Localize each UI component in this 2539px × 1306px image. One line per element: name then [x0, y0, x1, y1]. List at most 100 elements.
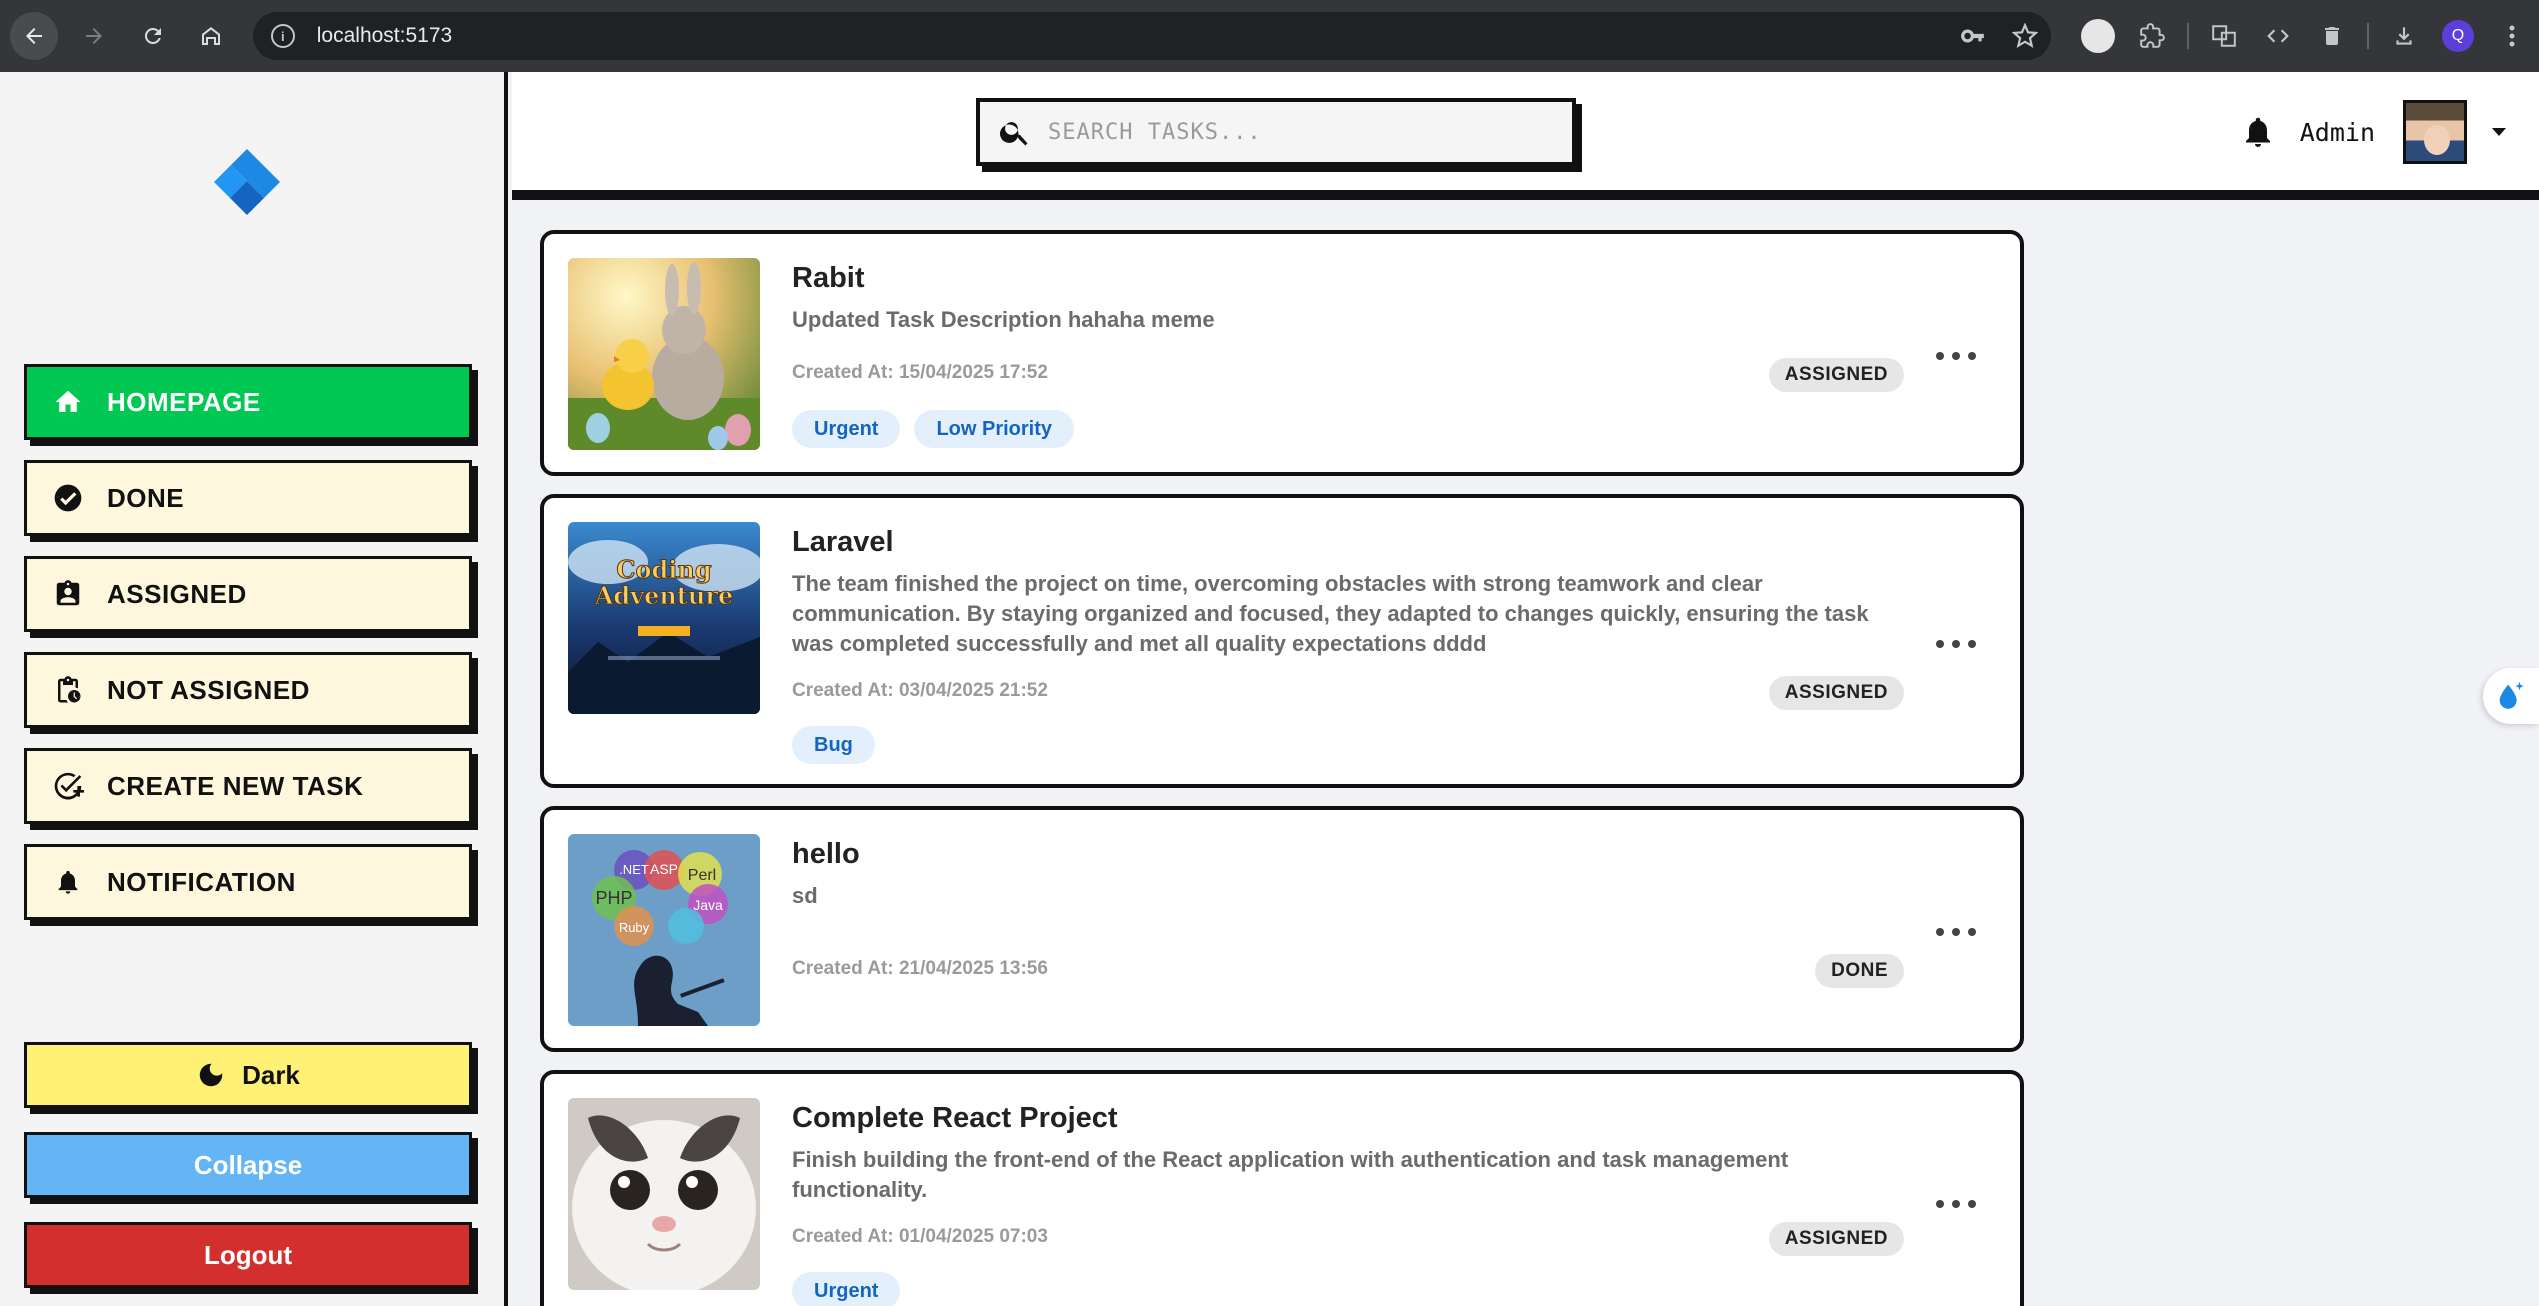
browser-toolbar: i localhost:5173 Q: [0, 0, 2539, 72]
profile-avatar[interactable]: Q: [2431, 12, 2485, 60]
search-box[interactable]: [976, 98, 1576, 166]
back-button[interactable]: [10, 12, 58, 60]
avatar[interactable]: [2403, 100, 2467, 164]
translate-icon[interactable]: [2197, 12, 2251, 60]
task-thumbnail: .NET ASP Perl PHP Java Ruby: [568, 834, 760, 1026]
sidebar-item-homepage[interactable]: HOMEPAGE: [24, 364, 472, 440]
task-list: Rabit Updated Task Description hahaha me…: [512, 200, 2539, 1306]
extensions-puzzle-icon[interactable]: [2125, 12, 2179, 60]
more-options-icon[interactable]: [1936, 922, 1976, 942]
task-title: Complete React Project: [792, 1102, 1118, 1134]
moon-icon: [196, 1059, 228, 1091]
task-created-at: Created At: 21/04/2025 13:56: [792, 958, 1048, 979]
task-title: Rabit: [792, 262, 865, 294]
top-header: Admin: [512, 72, 2539, 200]
pending-actions-icon: [49, 671, 87, 709]
task-card[interactable]: Rabit Updated Task Description hahaha me…: [540, 230, 2024, 476]
sidebar-item-label: CREATE NEW TASK: [107, 770, 364, 801]
floating-assistant-button[interactable]: [2483, 668, 2539, 724]
url-text: localhost:5173: [316, 24, 453, 47]
sidebar-item-notification[interactable]: NOTIFICATION: [24, 844, 472, 920]
tag-chip[interactable]: Urgent: [792, 410, 901, 448]
arrow-left-icon: [25, 28, 42, 44]
svg-text:Java: Java: [693, 897, 723, 913]
reload-icon: [145, 27, 162, 44]
sidebar-item-done[interactable]: DONE: [24, 460, 472, 536]
task-card[interactable]: Complete React Project Finish building t…: [540, 1070, 2024, 1306]
site-info-icon[interactable]: i: [270, 24, 295, 48]
tag-chip[interactable]: Low Priority: [914, 410, 1075, 448]
task-tags: Urgent Low Priority: [792, 410, 1075, 448]
assignment-ind-icon: [49, 575, 87, 613]
download-icon[interactable]: [2377, 12, 2431, 60]
more-options-icon[interactable]: [1936, 1194, 1976, 1214]
sidebar-item-create-new-task[interactable]: CREATE NEW TASK: [24, 748, 472, 824]
svg-text:Adventure: Adventure: [594, 581, 734, 610]
status-badge: ASSIGNED: [1768, 1222, 1904, 1256]
sidebar-item-not-assigned[interactable]: NOT ASSIGNED: [24, 652, 472, 728]
bell-icon: [49, 863, 87, 901]
task-title: hello: [792, 838, 860, 870]
home-outline-icon: [201, 27, 220, 45]
dark-mode-button[interactable]: Dark: [24, 1042, 472, 1108]
task-thumbnail: [568, 258, 760, 450]
collapse-label: Collapse: [193, 1149, 303, 1180]
svg-text:ASP: ASP: [650, 861, 678, 877]
password-key-icon[interactable]: [1947, 23, 1999, 49]
task-thumbnail: Coding Adventure: [568, 522, 760, 714]
task-tags: Urgent: [792, 1272, 901, 1306]
forward-button[interactable]: [70, 12, 118, 60]
task-created-at: Created At: 03/04/2025 21:52: [792, 680, 1048, 701]
reload-button[interactable]: [129, 12, 177, 60]
task-description: Finish building the front-end of the Rea…: [792, 1147, 1789, 1202]
home-icon: [49, 383, 87, 421]
user-name[interactable]: Admin: [2300, 118, 2375, 147]
add-task-icon: [49, 767, 87, 805]
address-bar[interactable]: i localhost:5173: [252, 12, 2052, 60]
task-card[interactable]: .NET ASP Perl PHP Java Ruby hello sd Cre…: [540, 806, 2024, 1052]
logout-label: Logout: [203, 1239, 293, 1270]
chevron-down-icon[interactable]: [2489, 122, 2509, 142]
bookmark-star-icon[interactable]: [1999, 23, 2051, 49]
task-created-at: Created At: 01/04/2025 07:03: [792, 1226, 1048, 1247]
collapse-button[interactable]: Collapse: [24, 1132, 472, 1198]
task-title: Laravel: [792, 526, 894, 558]
svg-text:PHP: PHP: [595, 888, 632, 908]
more-options-icon[interactable]: [1936, 346, 1976, 366]
task-created-at: Created At: 15/04/2025 17:52: [792, 362, 1048, 383]
search-input[interactable]: [1048, 119, 1528, 145]
more-options-icon[interactable]: [1936, 634, 1976, 654]
home-button[interactable]: [187, 12, 235, 60]
task-card[interactable]: Coding Adventure Laravel The team finish…: [540, 494, 2024, 788]
search-icon: [1000, 122, 1028, 146]
svg-text:Ruby: Ruby: [619, 920, 650, 935]
sidebar-item-label: NOTIFICATION: [107, 866, 296, 897]
tag-chip[interactable]: Urgent: [792, 1272, 901, 1306]
sidebar-item-label: NOT ASSIGNED: [107, 674, 310, 705]
task-description: sd: [792, 883, 818, 908]
sidebar-item-label: DONE: [107, 482, 185, 513]
sidebar: HOMEPAGE DONE ASSIGNED NOT ASSIGNED CREA…: [0, 72, 508, 1306]
logout-button[interactable]: Logout: [24, 1222, 472, 1288]
task-description: The team finished the project on time, o…: [792, 571, 1869, 656]
trash-icon[interactable]: [2305, 12, 2359, 60]
sidebar-item-label: ASSIGNED: [107, 578, 247, 609]
arrow-right-icon: [85, 28, 102, 44]
extension-avatar-icon[interactable]: [2071, 12, 2125, 60]
svg-text:.NET: .NET: [619, 862, 649, 877]
app-logo[interactable]: [212, 147, 282, 217]
svg-text:Coding: Coding: [616, 555, 711, 584]
browser-menu-icon[interactable]: [2485, 12, 2539, 60]
check-circle-icon: [49, 479, 87, 517]
code-icon[interactable]: [2251, 12, 2305, 60]
status-badge: ASSIGNED: [1768, 676, 1904, 710]
svg-text:Perl: Perl: [688, 867, 716, 884]
tag-chip[interactable]: Bug: [792, 726, 875, 764]
task-tags: Bug: [792, 726, 875, 764]
task-description: Updated Task Description hahaha meme: [792, 307, 1215, 332]
dark-mode-label: Dark: [242, 1059, 300, 1090]
notification-bell-icon[interactable]: [2240, 114, 2276, 150]
status-badge: DONE: [1815, 954, 1904, 988]
sidebar-item-assigned[interactable]: ASSIGNED: [24, 556, 472, 632]
status-badge: ASSIGNED: [1768, 358, 1904, 392]
